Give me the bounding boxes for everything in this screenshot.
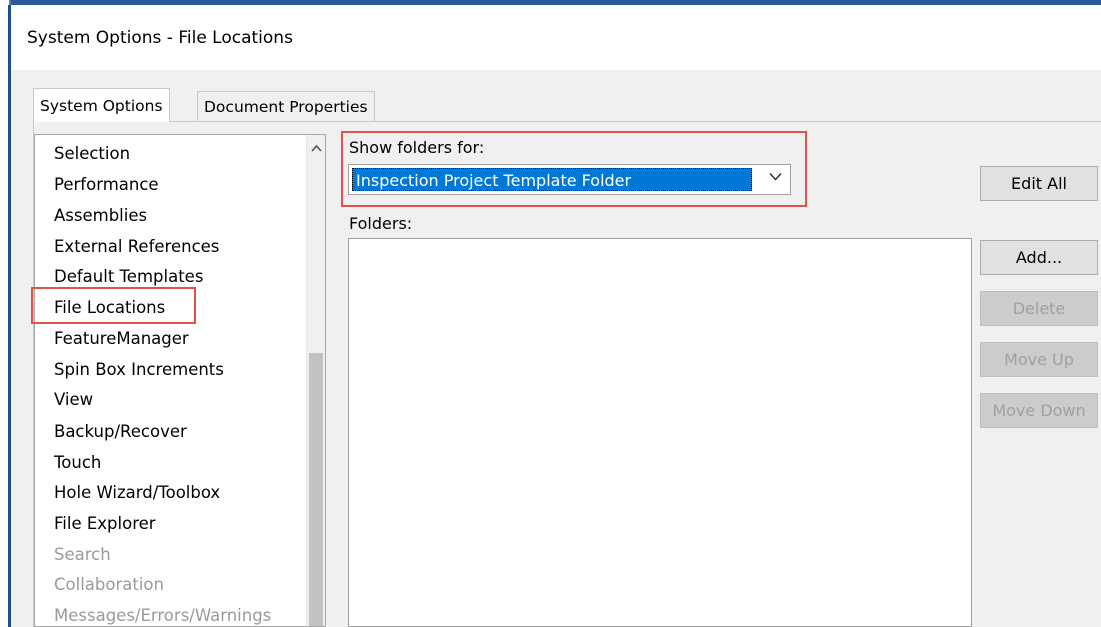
show-folders-label: Show folders for: bbox=[349, 138, 485, 157]
show-folders-dropdown[interactable]: Inspection Project Template Folder bbox=[348, 164, 791, 195]
category-item-external-references[interactable]: External References bbox=[54, 237, 219, 257]
show-folders-selected-value: Inspection Project Template Folder bbox=[352, 168, 752, 191]
add-button[interactable]: Add... bbox=[980, 240, 1098, 275]
dialog-title: System Options - File Locations bbox=[27, 28, 293, 48]
category-item-search: Search bbox=[54, 545, 111, 564]
category-item-spin-box-increments[interactable]: Spin Box Increments bbox=[54, 360, 224, 380]
folders-list[interactable] bbox=[348, 238, 972, 627]
category-item-selection[interactable]: Selection bbox=[54, 144, 130, 164]
delete-button[interactable]: Delete bbox=[980, 291, 1098, 326]
tab-system-options[interactable]: System Options bbox=[33, 88, 170, 122]
category-list-scrollbar[interactable] bbox=[306, 135, 325, 626]
category-item-assemblies[interactable]: Assemblies bbox=[54, 206, 147, 226]
category-list[interactable]: Selection Performance Assemblies Externa… bbox=[34, 134, 326, 627]
category-item-touch[interactable]: Touch bbox=[54, 453, 101, 473]
chevron-down-icon[interactable] bbox=[769, 170, 782, 185]
category-item-file-explorer[interactable]: File Explorer bbox=[54, 514, 156, 534]
window-top-border bbox=[0, 0, 1101, 5]
category-item-default-templates[interactable]: Default Templates bbox=[54, 267, 203, 287]
category-item-file-locations[interactable]: File Locations bbox=[54, 298, 165, 318]
folders-label: Folders: bbox=[349, 214, 413, 233]
scrollbar-thumb[interactable] bbox=[309, 353, 323, 626]
category-item-view[interactable]: View bbox=[54, 390, 93, 410]
category-item-featuremanager[interactable]: FeatureManager bbox=[54, 329, 189, 349]
category-item-hole-wizard-toolbox[interactable]: Hole Wizard/Toolbox bbox=[54, 483, 220, 503]
category-item-collaboration: Collaboration bbox=[54, 575, 164, 594]
edit-all-button[interactable]: Edit All bbox=[980, 166, 1098, 201]
category-item-backup-recover[interactable]: Backup/Recover bbox=[54, 422, 187, 442]
tab-document-properties[interactable]: Document Properties bbox=[197, 91, 375, 121]
category-item-messages-errors-warnings: Messages/Errors/Warnings bbox=[54, 606, 272, 625]
category-item-performance[interactable]: Performance bbox=[54, 175, 159, 195]
options-dialog: System Options - File Locations System O… bbox=[0, 0, 1101, 627]
move-up-button[interactable]: Move Up bbox=[980, 342, 1098, 377]
chevron-up-icon[interactable] bbox=[307, 141, 325, 155]
move-down-button[interactable]: Move Down bbox=[980, 393, 1098, 428]
